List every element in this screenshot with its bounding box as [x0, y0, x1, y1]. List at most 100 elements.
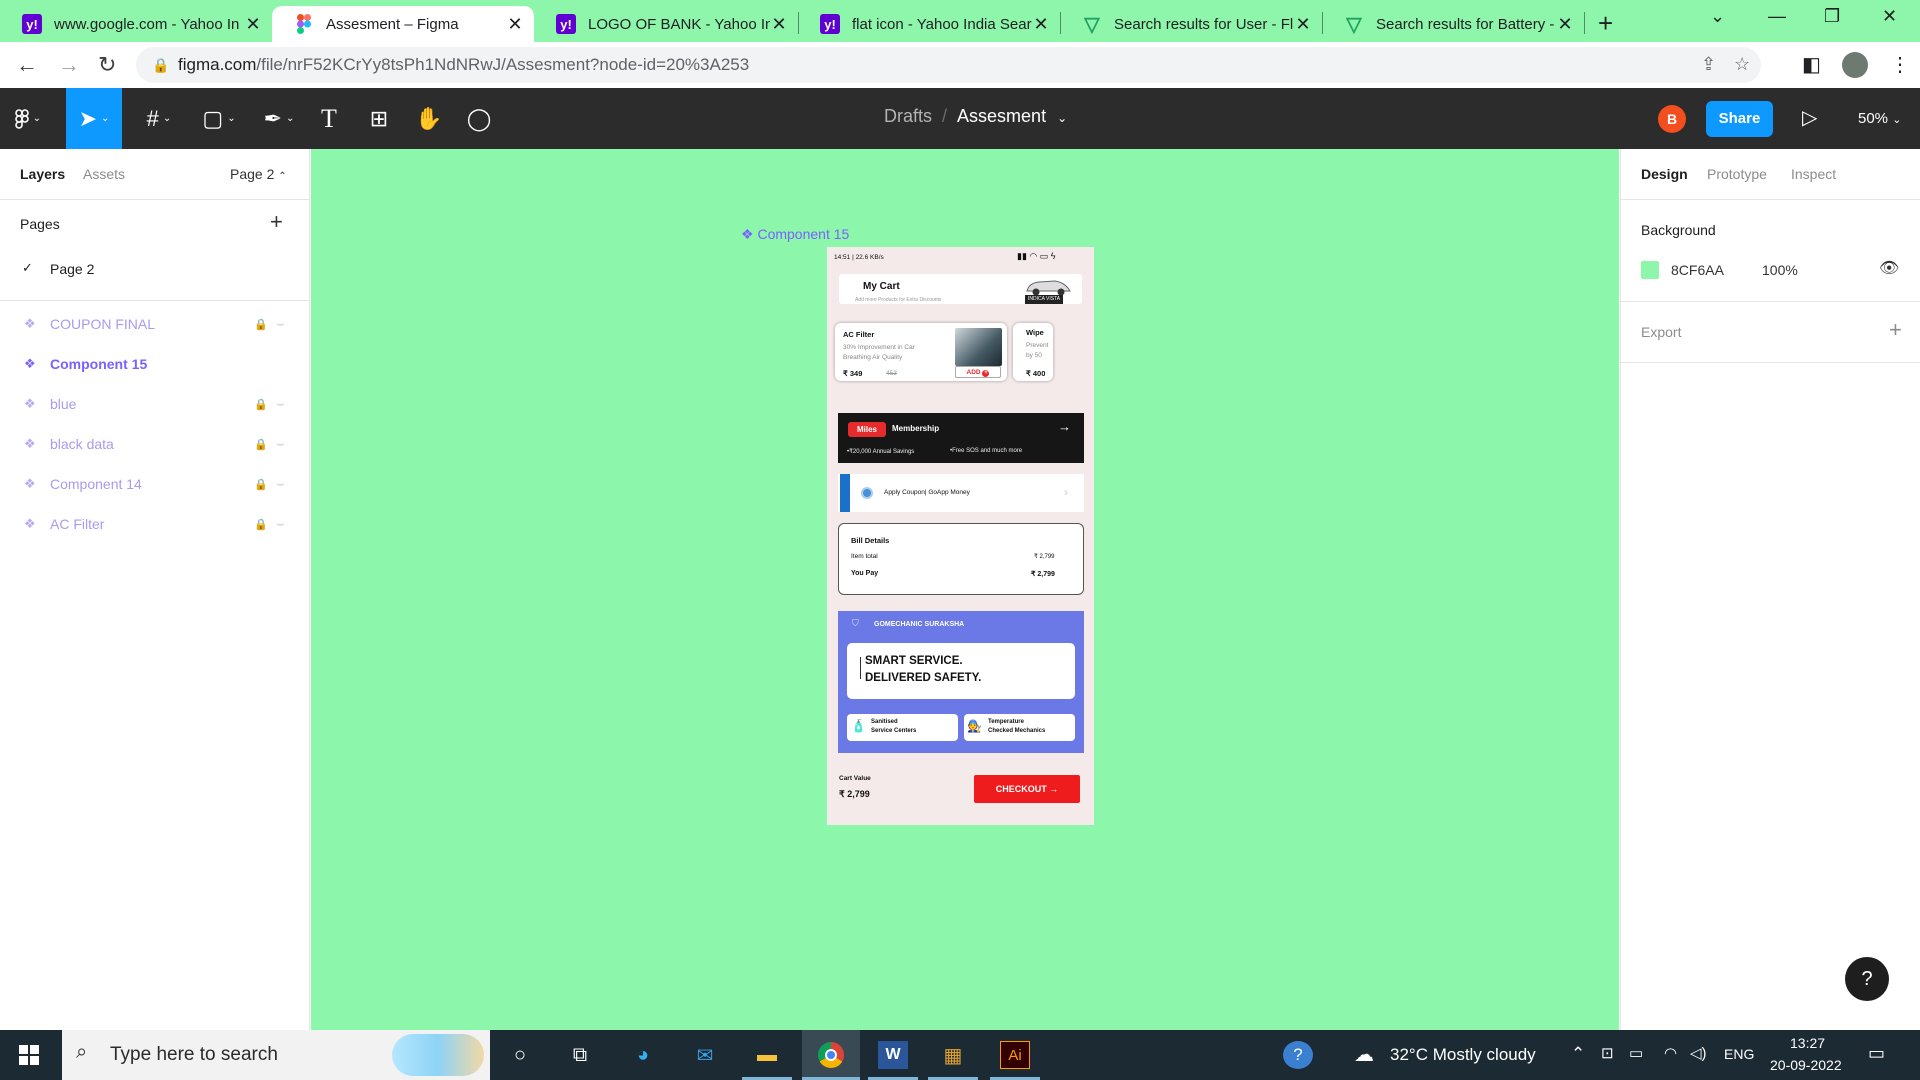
minimize-icon[interactable]: —	[1768, 6, 1786, 27]
close-icon[interactable]: ✕	[506, 14, 524, 35]
layer-item[interactable]: ❖ AC Filter 🔒 ⌣	[0, 504, 310, 544]
breadcrumb-drafts[interactable]: Drafts	[884, 106, 932, 126]
url-text[interactable]: figma.com/file/nrF52KCrYy8tsPh1NdNRwJ/As…	[178, 55, 749, 75]
product-card[interactable]: AC Filter 30% Improvement in Car Breathi…	[835, 323, 1007, 381]
move-tool-icon[interactable]: ➤ ⌄	[66, 88, 122, 149]
help-question-icon[interactable]: ?	[1283, 1041, 1313, 1069]
clock-time[interactable]: 13:27	[1790, 1035, 1825, 1051]
checkout-button[interactable]: CHECKOUT →	[974, 775, 1080, 803]
close-icon[interactable]: ✕	[1556, 14, 1574, 35]
cortana-icon[interactable]: ○	[505, 1041, 535, 1069]
tab-search-chevron-icon[interactable]: ⌄	[1710, 6, 1725, 27]
close-icon[interactable]: ✕	[1294, 14, 1312, 35]
weather-text[interactable]: 32°C Mostly cloudy	[1390, 1045, 1536, 1065]
eye-closed-icon[interactable]: ⌣	[276, 436, 285, 452]
arrow-right-icon[interactable]: →	[1058, 419, 1071, 434]
address-bar[interactable]: 🔒 figma.com/file/nrF52KCrYy8tsPh1NdNRwJ/…	[136, 47, 1761, 83]
lock-icon[interactable]: 🔒	[254, 438, 268, 451]
side-panel-icon[interactable]: ◧	[1802, 52, 1821, 77]
tab-prototype[interactable]: Prototype	[1707, 166, 1767, 182]
add-button[interactable]: ADD +	[955, 366, 1001, 378]
chevron-up-icon[interactable]: ⌃	[1571, 1044, 1585, 1064]
browser-tab[interactable]: ▽ Search results for User - Fla ✕	[1060, 6, 1322, 42]
background-color-swatch[interactable]	[1641, 261, 1659, 279]
window-close-icon[interactable]: ✕	[1882, 6, 1897, 27]
layer-item[interactable]: ❖ black data 🔒 ⌣	[0, 424, 310, 464]
browser-tab[interactable]: ▽ Search results for Battery - ✕	[1322, 6, 1584, 42]
language-indicator[interactable]: ENG	[1724, 1046, 1754, 1062]
present-play-icon[interactable]: ▷	[1802, 105, 1817, 130]
eye-closed-icon[interactable]: ⌣	[276, 516, 285, 532]
background-hex[interactable]: 8CF6AA	[1671, 262, 1724, 278]
clock-date[interactable]: 20-09-2022	[1770, 1057, 1842, 1073]
eye-closed-icon[interactable]: ⌣	[276, 396, 285, 412]
volume-icon[interactable]: ◁)	[1690, 1044, 1707, 1062]
zoom-menu[interactable]: 50% ⌄	[1858, 110, 1901, 127]
more-menu-icon[interactable]: ⋮	[1890, 52, 1910, 77]
device-icon[interactable]: ⊡	[1601, 1044, 1614, 1062]
text-tool-icon[interactable]: T	[312, 88, 346, 149]
eye-closed-icon[interactable]: ⌣	[276, 476, 285, 492]
chevron-down-icon[interactable]: ⌄	[1057, 111, 1067, 125]
back-arrow-icon[interactable]: ←	[16, 52, 38, 78]
layer-item[interactable]: ❖ blue 🔒 ⌣	[0, 384, 310, 424]
browser-tab-active[interactable]: Assesment – Figma ✕	[272, 6, 534, 42]
notification-icon[interactable]: ▭	[1868, 1043, 1885, 1064]
phone-frame[interactable]: 14:51 | 22.6 KB/s ▮▮ ◠ ▭ ϟ My Cart Add m…	[827, 247, 1094, 825]
avatar[interactable]: B	[1658, 105, 1686, 133]
wifi-icon[interactable]: ◠	[1664, 1044, 1677, 1062]
membership-banner[interactable]: Miles Membership → •₹20,000 Annual Savin…	[838, 413, 1084, 463]
figma-menu-icon[interactable]: ⌄	[0, 88, 56, 149]
tab-design[interactable]: Design	[1641, 166, 1688, 182]
apply-coupon-row[interactable]: Apply Coupon| GoApp Money ›	[838, 474, 1084, 512]
page-selector[interactable]: Page 2 ⌃	[230, 166, 287, 182]
product-card[interactable]: Wipe Prevent by 50 ₹ 400	[1013, 323, 1053, 381]
layer-item[interactable]: ❖ Component 14 🔒 ⌣	[0, 464, 310, 504]
eye-icon[interactable]: 👁	[1879, 258, 1899, 278]
chrome-taskbar-button[interactable]	[802, 1030, 860, 1080]
eye-closed-icon[interactable]: ⌣	[276, 316, 285, 332]
layer-item-selected[interactable]: ❖ Component 15	[0, 344, 310, 384]
lock-icon[interactable]: 🔒	[254, 318, 268, 331]
close-icon[interactable]: ✕	[1032, 14, 1050, 35]
restore-icon[interactable]: ❐	[1824, 6, 1840, 27]
winrar-icon[interactable]: ▦	[938, 1041, 968, 1069]
layer-item[interactable]: ❖ COUPON FINAL 🔒 ⌣	[0, 304, 310, 344]
hand-tool-icon[interactable]: ✋	[412, 88, 446, 149]
frame-tool-icon[interactable]: # ⌄	[134, 88, 184, 149]
comment-tool-icon[interactable]: ◯	[462, 88, 496, 149]
profile-avatar[interactable]	[1842, 52, 1868, 78]
battery-icon[interactable]: ▭	[1629, 1044, 1643, 1062]
word-icon[interactable]: W	[878, 1041, 908, 1069]
browser-tab[interactable]: y! flat icon - Yahoo India Searc ✕	[798, 6, 1060, 42]
lock-icon[interactable]: 🔒	[254, 478, 268, 491]
tab-assets[interactable]: Assets	[83, 166, 125, 182]
task-view-icon[interactable]: ⧉	[565, 1041, 595, 1069]
page-item[interactable]: ✓ Page 2	[0, 251, 310, 287]
tab-inspect[interactable]: Inspect	[1791, 166, 1836, 182]
forward-arrow-icon[interactable]: →	[58, 52, 80, 78]
add-export-plus-icon[interactable]: +	[1889, 317, 1902, 343]
new-tab-plus-icon[interactable]: +	[1598, 8, 1613, 39]
chevron-right-icon[interactable]: ›	[1064, 485, 1068, 499]
frame-label[interactable]: ❖ Component 15	[741, 226, 849, 243]
resources-icon[interactable]: ⊞	[362, 88, 396, 149]
add-page-plus-icon[interactable]: +	[270, 209, 283, 235]
file-explorer-icon[interactable]: ▬	[752, 1041, 782, 1069]
lock-icon[interactable]: 🔒	[254, 398, 268, 411]
lock-icon[interactable]: 🔒	[152, 57, 169, 74]
bookmark-star-icon[interactable]: ☆	[1734, 54, 1750, 75]
share-button[interactable]: Share	[1706, 101, 1773, 137]
browser-tab[interactable]: y! LOGO OF BANK - Yahoo Inc ✕	[534, 6, 798, 42]
close-icon[interactable]: ✕	[770, 14, 788, 35]
taskbar-search[interactable]: ⌕ Type here to search	[62, 1030, 490, 1080]
background-opacity[interactable]: 100%	[1762, 262, 1798, 278]
close-icon[interactable]: ✕	[244, 14, 262, 35]
pen-tool-icon[interactable]: ✒ ⌄	[254, 88, 304, 149]
tab-layers[interactable]: Layers	[20, 166, 65, 182]
windows-start-icon[interactable]	[14, 1041, 44, 1069]
shape-tool-icon[interactable]: ▢ ⌄	[194, 88, 244, 149]
weather-cloud-icon[interactable]: ☁	[1354, 1042, 1374, 1067]
browser-tab[interactable]: y! www.google.com - Yahoo In ✕	[0, 6, 272, 42]
share-page-icon[interactable]: ⇪	[1701, 54, 1716, 75]
